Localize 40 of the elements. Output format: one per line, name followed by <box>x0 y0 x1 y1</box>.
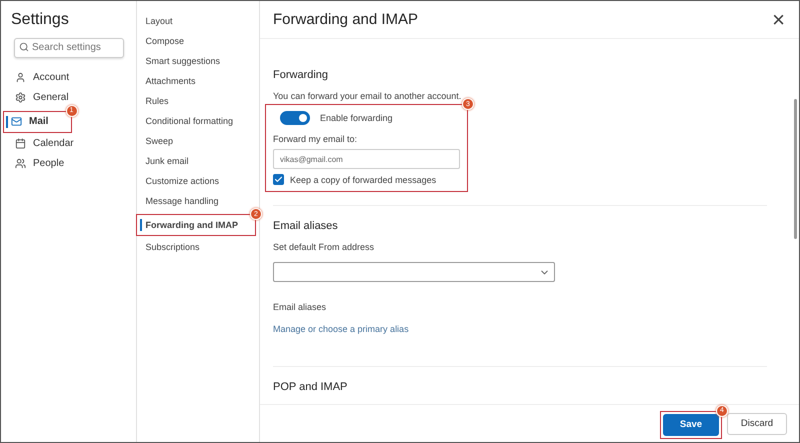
gear-icon <box>15 92 26 103</box>
section-heading: Email aliases <box>273 220 339 232</box>
forwarding-toggle[interactable] <box>280 111 310 125</box>
menu-item[interactable]: Customize actions <box>146 171 259 191</box>
save-button[interactable]: Save <box>663 414 719 436</box>
menu-item[interactable]: Rules <box>146 91 259 111</box>
menu-item[interactable]: Layout <box>146 11 259 31</box>
menu-item[interactable]: Subscriptions <box>146 237 259 257</box>
field-label: Email aliases <box>273 302 328 312</box>
person-icon <box>15 72 26 83</box>
people-icon <box>15 158 26 169</box>
toggle-label: Enable forwarding <box>320 113 393 123</box>
calendar-icon <box>15 138 26 149</box>
keep-copy-checkbox[interactable] <box>273 174 284 185</box>
section-heading: POP and IMAP <box>273 381 348 393</box>
checkbox-label: Keep a copy of forwarded messages <box>290 174 436 184</box>
section-heading: Forwarding <box>273 69 330 81</box>
from-address-dropdown[interactable] <box>273 262 555 282</box>
menu-item[interactable]: Smart suggestions <box>146 51 259 71</box>
search-field[interactable]: Search settings <box>14 38 124 58</box>
sidebar-item[interactable]: General <box>11 88 126 108</box>
menu-item[interactable]: Compose <box>146 31 259 51</box>
menu-item[interactable]: Attachments <box>146 71 259 91</box>
menu-item[interactable]: Sweep <box>146 131 259 151</box>
envelope-icon <box>11 116 22 127</box>
menu-item[interactable]: Message handling <box>146 191 259 211</box>
settings-title: Settings <box>11 11 70 29</box>
manage-alias-link[interactable]: Manage or choose a primary alias <box>273 324 767 334</box>
sidebar-item[interactable]: People <box>11 154 126 174</box>
menu-item[interactable]: Junk email <box>146 151 259 171</box>
sidebar-item[interactable]: Calendar <box>11 134 126 154</box>
field-label: Forward my email to: <box>273 134 358 144</box>
email-input-field[interactable]: vikas@gmail.com <box>273 149 460 169</box>
forwarding-description: You can forward your email to another account. <box>273 91 462 101</box>
discard-button[interactable]: Discard <box>727 412 787 434</box>
sidebar-item[interactable]: Account <box>11 68 126 88</box>
field-label: Set default From address <box>273 242 376 252</box>
menu-item[interactable]: Conditional formatting <box>146 111 259 131</box>
panel-title: Forwarding and IMAP <box>273 11 418 28</box>
close-button[interactable]: × <box>772 10 785 30</box>
